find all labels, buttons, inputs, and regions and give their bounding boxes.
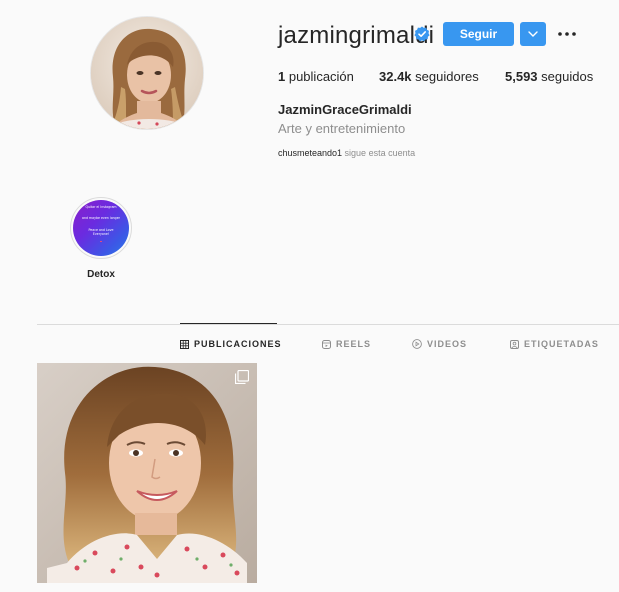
highlight-cover: Quitar el Instagram and maybe even longe… xyxy=(73,200,129,256)
highlight-cover-line: Peace and Love Everyone! xyxy=(88,228,114,236)
chevron-down-icon xyxy=(528,31,538,37)
tabs-divider xyxy=(37,324,619,325)
more-options-icon xyxy=(558,32,576,36)
active-tab-indicator xyxy=(180,323,277,324)
tab-videos[interactable]: VIDEOS xyxy=(412,337,467,351)
following-stat[interactable]: 5,593 seguidos xyxy=(505,69,593,84)
tab-reels[interactable]: REELS xyxy=(322,337,371,351)
post-thumbnail[interactable] xyxy=(37,363,257,583)
tab-label: ETIQUETADAS xyxy=(524,339,599,349)
reels-icon xyxy=(322,339,331,349)
profile-full-name: JazminGraceGrimaldi xyxy=(278,102,412,117)
tab-label: REELS xyxy=(336,339,372,349)
highlight-cover-line: and maybe even longer xyxy=(82,216,120,220)
tagged-icon xyxy=(510,339,519,349)
highlight-cover-line: Quitar el Instagram xyxy=(85,205,117,209)
avatar-photo xyxy=(91,17,203,129)
followed-by-username[interactable]: chusmeteando1 xyxy=(278,148,342,158)
more-options-button[interactable] xyxy=(557,27,577,41)
highlight-label: Detox xyxy=(87,269,115,280)
followed-by-suffix: sigue esta cuenta xyxy=(342,148,416,158)
suggested-accounts-button[interactable] xyxy=(520,22,546,46)
tab-publicaciones[interactable]: PUBLICACIONES xyxy=(180,337,282,351)
followed-by-text[interactable]: chusmeteando1 sigue esta cuenta xyxy=(278,148,415,158)
grid-icon xyxy=(180,339,189,349)
highlight-detox[interactable]: Quitar el Instagram and maybe even longe… xyxy=(70,197,132,259)
posts-stat: 1 publicación xyxy=(278,69,354,84)
play-icon xyxy=(412,339,422,349)
followers-stat[interactable]: 32.4k seguidores xyxy=(379,69,479,84)
multiple-posts-icon xyxy=(235,370,249,384)
profile-username: jazmingrimaldi xyxy=(278,22,435,49)
post-photo xyxy=(37,363,257,583)
tab-label: VIDEOS xyxy=(427,339,468,349)
heart-icon xyxy=(100,241,102,242)
follow-button[interactable]: Seguir xyxy=(443,22,514,46)
profile-category: Arte y entretenimiento xyxy=(278,121,406,136)
verified-badge-icon xyxy=(414,26,430,42)
tab-label: PUBLICACIONES xyxy=(194,339,282,349)
tab-etiquetadas[interactable]: ETIQUETADAS xyxy=(510,337,599,351)
profile-avatar[interactable] xyxy=(90,16,204,130)
